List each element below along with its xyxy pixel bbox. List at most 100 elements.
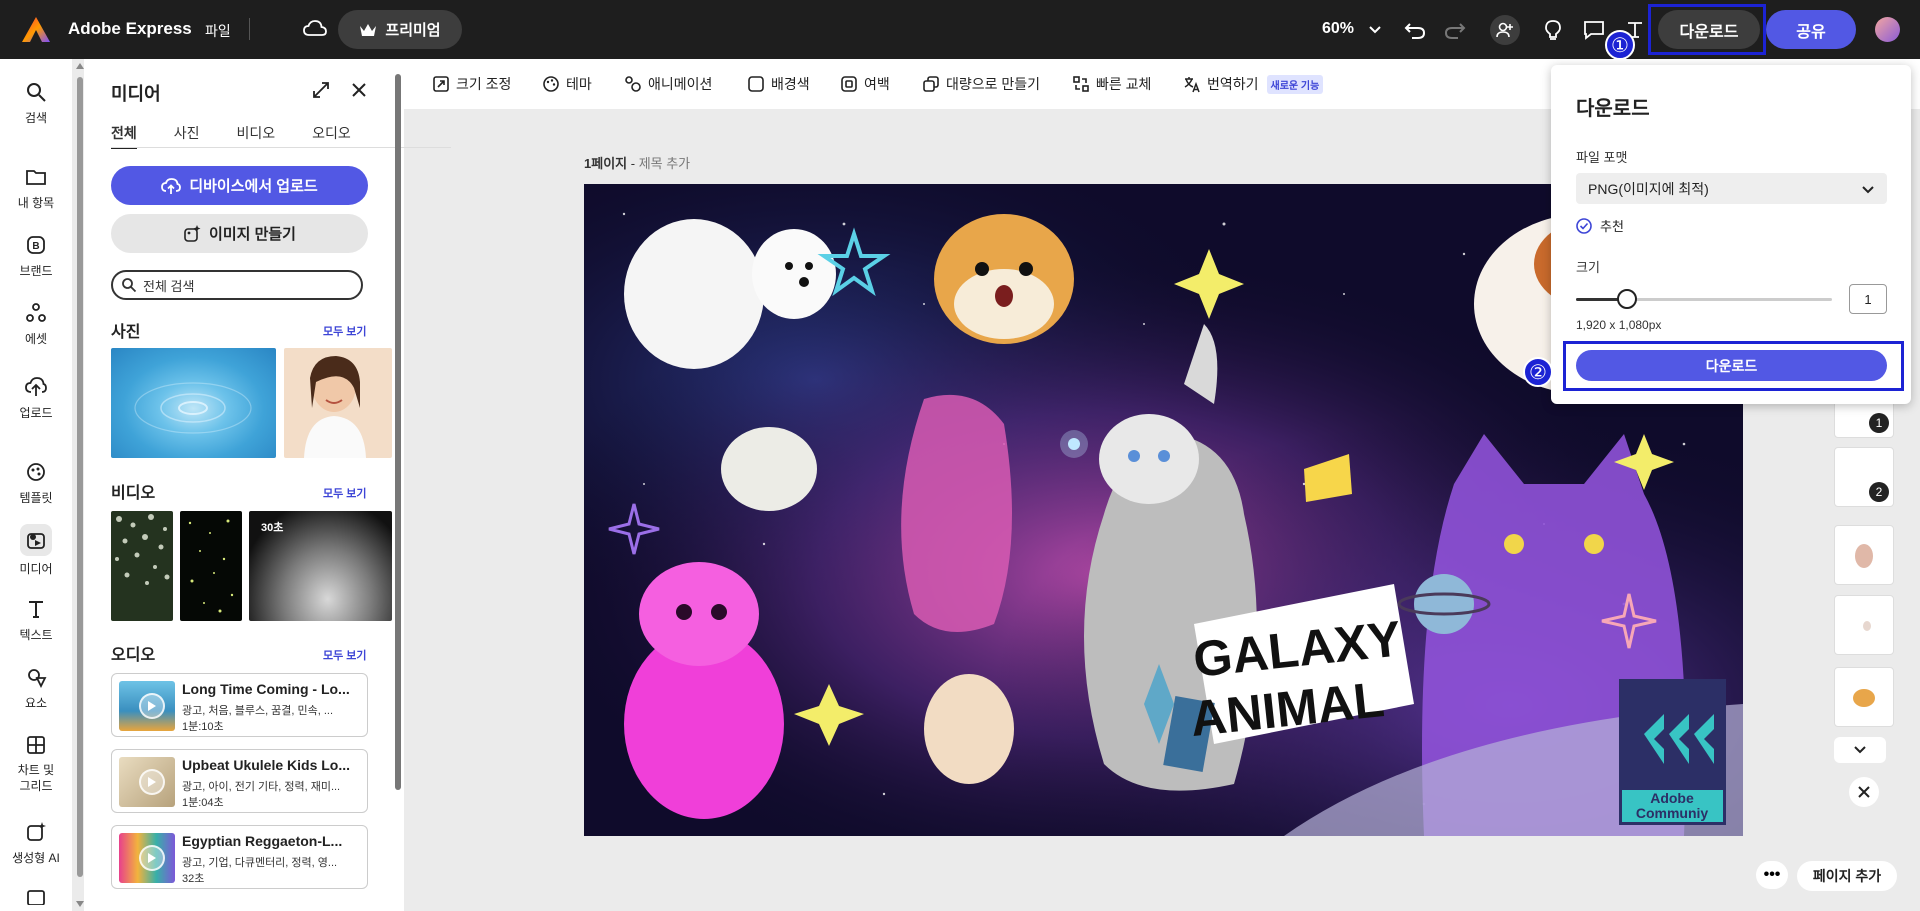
- bulk-create-tool[interactable]: 대량으로 만들기: [922, 74, 1040, 94]
- photos-see-all[interactable]: 모두 보기: [323, 323, 367, 339]
- resize-tool[interactable]: 크기 조정: [432, 74, 511, 94]
- play-icon[interactable]: [139, 769, 165, 795]
- page-label[interactable]: 1페이지 - 제목 추가: [584, 153, 690, 172]
- rail-item-gen-ai[interactable]: 생성형 AI: [0, 821, 72, 866]
- page-thumb-3[interactable]: [1834, 525, 1894, 585]
- translate-tool[interactable]: 번역하기 새로운 기능: [1183, 74, 1324, 94]
- animation-label: 애니메이션: [648, 76, 713, 92]
- chart-grid-icon: [27, 736, 45, 754]
- page-thumb-1[interactable]: 1: [1834, 400, 1894, 438]
- brand-name: Adobe Express: [68, 19, 192, 38]
- animation-icon: [625, 76, 641, 92]
- rail-label: 업로드: [19, 406, 53, 420]
- tab-all[interactable]: 전체: [111, 123, 137, 149]
- margin-tool[interactable]: 여백: [840, 74, 890, 94]
- bulk-label: 대량으로 만들기: [946, 76, 1041, 92]
- tab-photos[interactable]: 사진: [174, 123, 200, 149]
- size-input[interactable]: 1: [1849, 284, 1887, 314]
- audio-tags: 광고, 아이, 전기 기타, 정력, 재미...: [182, 781, 341, 793]
- comment-icon[interactable]: [1581, 17, 1607, 43]
- page-thumb-4[interactable]: [1834, 595, 1894, 655]
- video-thumb-smoke[interactable]: 30초: [249, 511, 392, 621]
- rail-label: 미디어: [19, 562, 53, 576]
- invite-user-button[interactable]: [1490, 15, 1520, 45]
- more-rail-icon[interactable]: [25, 889, 47, 905]
- play-icon[interactable]: [139, 845, 165, 871]
- animation-tool[interactable]: 애니메이션: [624, 74, 712, 94]
- audio-see-all[interactable]: 모두 보기: [323, 647, 367, 663]
- margin-icon: [841, 76, 857, 92]
- video-thumb-sparkles[interactable]: [180, 511, 242, 621]
- expand-icon[interactable]: [312, 81, 330, 99]
- theme-tool[interactable]: 테마: [542, 74, 592, 94]
- premium-button[interactable]: 프리미엄: [338, 10, 462, 49]
- undo-icon[interactable]: [1402, 17, 1428, 43]
- lightbulb-icon[interactable]: [1540, 17, 1566, 43]
- close-icon[interactable]: [1849, 777, 1879, 807]
- rail-item-assets[interactable]: 에셋: [0, 302, 72, 347]
- quick-replace-icon: [1073, 76, 1089, 92]
- cloud-icon[interactable]: [303, 18, 327, 40]
- generate-image-button[interactable]: 이미지 만들기: [111, 214, 368, 253]
- close-icon[interactable]: [350, 81, 368, 99]
- adobe-express-logo[interactable]: [22, 17, 50, 42]
- video-thumb-flowers[interactable]: [111, 511, 173, 621]
- share-button[interactable]: 공유: [1766, 10, 1856, 49]
- chevron-down-icon[interactable]: [1834, 737, 1886, 763]
- panel-scrollbar[interactable]: [395, 74, 401, 790]
- more-options-button[interactable]: •••: [1756, 861, 1788, 889]
- rail-item-elements[interactable]: 요소: [0, 666, 72, 711]
- rail-label: 에셋: [24, 332, 48, 346]
- rail-item-chart-grid[interactable]: 차트 및 그리드: [0, 734, 72, 794]
- page-thumb-5[interactable]: [1834, 667, 1894, 727]
- rail-item-text[interactable]: 텍스트: [0, 598, 72, 643]
- redo-icon[interactable]: [1442, 17, 1468, 43]
- rail-label: 생성형 AI: [12, 851, 60, 865]
- template-icon: [27, 463, 45, 481]
- text-icon: [29, 601, 43, 618]
- audio-item[interactable]: Long Time Coming - Lo... 광고, 처음, 블루스, 꿈결…: [111, 673, 368, 737]
- watermark-line2: Communiy: [1636, 805, 1709, 821]
- audio-item[interactable]: Egyptian Reggaeton-L... 광고, 기업, 다큐멘터리, 정…: [111, 825, 368, 889]
- rail-item-search[interactable]: 검색: [0, 81, 72, 126]
- audio-length: 32초: [182, 873, 205, 885]
- play-icon[interactable]: [139, 693, 165, 719]
- step-marker-1: ①: [1605, 30, 1635, 60]
- rail-item-upload[interactable]: 업로드: [0, 376, 72, 421]
- audio-item[interactable]: Upbeat Ukulele Kids Lo... 광고, 아이, 전기 기타,…: [111, 749, 368, 813]
- size-slider[interactable]: [1576, 298, 1832, 301]
- avatar[interactable]: [1875, 17, 1900, 42]
- rail-scrollbar[interactable]: [76, 59, 84, 911]
- tab-videos[interactable]: 비디오: [237, 123, 276, 149]
- file-format-select[interactable]: PNG(이미지에 최적): [1576, 173, 1887, 204]
- videos-see-all[interactable]: 모두 보기: [323, 485, 367, 501]
- rail-item-my-items[interactable]: 내 항목: [0, 166, 72, 211]
- chevron-down-icon[interactable]: [1368, 22, 1382, 36]
- background-swatch-icon: [748, 76, 764, 92]
- gen-image-icon: [184, 224, 201, 242]
- page-thumb-2[interactable]: 2: [1834, 447, 1894, 507]
- page-title-placeholder[interactable]: 제목 추가: [639, 156, 690, 171]
- media-search-input[interactable]: 전체 검색: [111, 270, 363, 300]
- background-color-tool[interactable]: 배경색: [747, 74, 810, 94]
- translate-label: 번역하기: [1207, 76, 1259, 92]
- audio-tags: 광고, 처음, 블루스, 꿈결, 민속, ...: [182, 705, 334, 717]
- rail-item-template[interactable]: 템플릿: [0, 461, 72, 506]
- add-page-button[interactable]: 페이지 추가: [1797, 861, 1897, 891]
- chevron-down-icon: [1862, 186, 1874, 194]
- photo-thumb-woman[interactable]: [284, 348, 392, 458]
- quick-replace-tool[interactable]: 빠른 교체: [1072, 74, 1151, 94]
- page-thumb-number: 2: [1869, 482, 1889, 502]
- zoom-level[interactable]: 60%: [1322, 20, 1354, 38]
- audio-title: Upbeat Ukulele Kids Lo...: [182, 757, 351, 773]
- tab-audio[interactable]: 오디오: [312, 123, 351, 149]
- rail-item-media[interactable]: 미디어: [0, 524, 72, 577]
- rail-item-brand[interactable]: B 브랜드: [0, 234, 72, 279]
- margin-label: 여백: [864, 76, 890, 92]
- videos-section-title: 비디오: [111, 485, 156, 502]
- photo-thumb-water[interactable]: [111, 348, 276, 458]
- size-slider-handle[interactable]: [1617, 289, 1638, 309]
- file-menu[interactable]: 파일: [205, 21, 231, 41]
- media-panel: 미디어 전체 사진 비디오 오디오 디바이스에서 업로드 이미지 만들기 전체 …: [84, 59, 451, 911]
- upload-from-device-button[interactable]: 디바이스에서 업로드: [111, 166, 368, 205]
